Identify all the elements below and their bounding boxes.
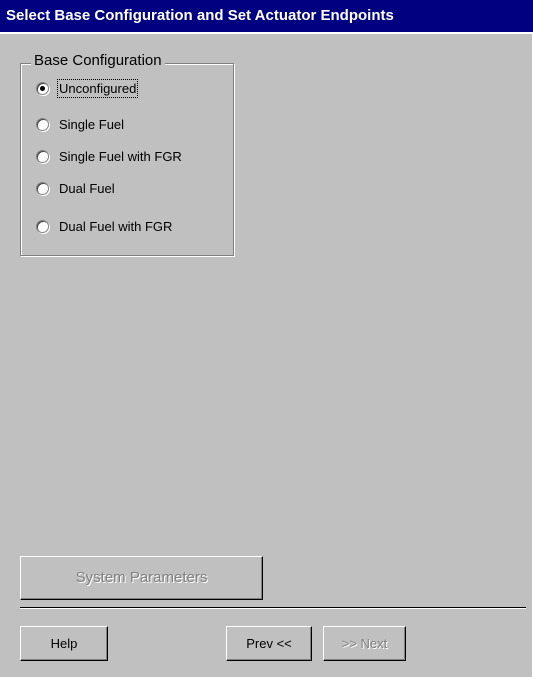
radio-single-fuel-with-fgr[interactable]: Single Fuel with FGR bbox=[36, 146, 183, 166]
radio-label: Single Fuel bbox=[59, 116, 125, 132]
next-button[interactable]: >> Next bbox=[323, 626, 406, 661]
base-configuration-legend: Base Configuration bbox=[31, 52, 165, 70]
radio-label: Dual Fuel bbox=[59, 180, 115, 196]
button-bar-divider bbox=[20, 607, 526, 609]
radio-button[interactable] bbox=[36, 219, 49, 233]
radio-unconfigured[interactable]: Unconfigured bbox=[36, 78, 139, 98]
radio-button[interactable] bbox=[36, 181, 49, 195]
radio-dual-fuel-with-fgr[interactable]: Dual Fuel with FGR bbox=[36, 216, 173, 236]
radio-label: Unconfigured bbox=[56, 78, 139, 98]
radio-dual-fuel[interactable]: Dual Fuel bbox=[36, 178, 116, 198]
title-divider bbox=[0, 32, 533, 34]
radio-single-fuel[interactable]: Single Fuel bbox=[36, 114, 125, 134]
radio-button-checked[interactable] bbox=[36, 81, 49, 95]
radio-label: Dual Fuel with FGR bbox=[59, 218, 173, 234]
radio-button[interactable] bbox=[36, 149, 49, 163]
window-title: Select Base Configuration and Set Actuat… bbox=[0, 0, 533, 32]
radio-button[interactable] bbox=[36, 117, 49, 131]
radio-label: Single Fuel with FGR bbox=[59, 148, 182, 164]
help-button[interactable]: Help bbox=[20, 626, 108, 661]
system-parameters-button[interactable]: System Parameters bbox=[20, 556, 263, 600]
prev-button[interactable]: Prev << bbox=[226, 626, 312, 661]
wizard-window: Select Base Configuration and Set Actuat… bbox=[0, 0, 533, 677]
